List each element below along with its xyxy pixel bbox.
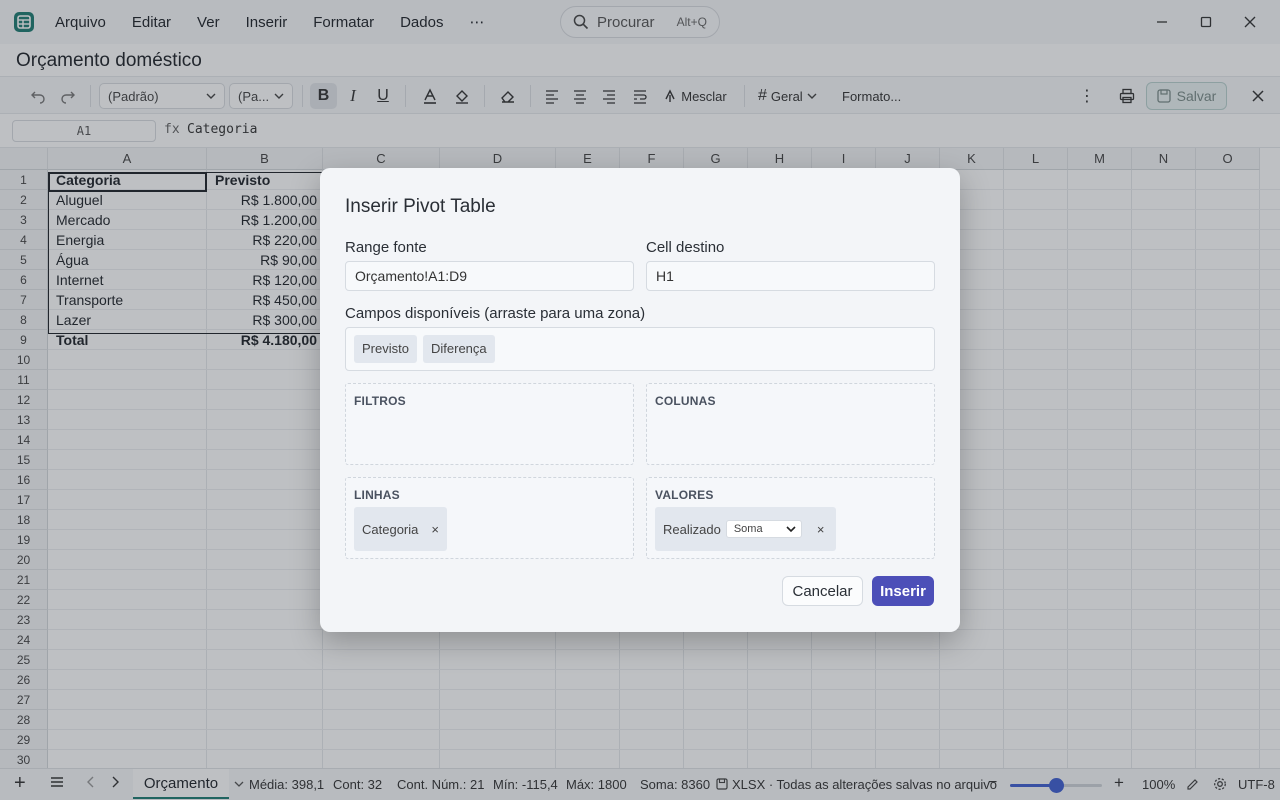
rows-zone[interactable]: LINHAS Categoria × — [345, 477, 634, 559]
available-fields-area: Previsto Diferença — [345, 327, 935, 371]
range-input[interactable]: Orçamento!A1:D9 — [345, 261, 634, 291]
columns-zone-title: COLUNAS — [655, 394, 716, 408]
insert-button[interactable]: Inserir — [872, 576, 934, 606]
columns-zone[interactable]: COLUNAS — [646, 383, 935, 465]
destination-input[interactable]: H1 — [646, 261, 935, 291]
values-field-label: Realizado — [663, 521, 721, 537]
fields-label: Campos disponíveis (arraste para uma zon… — [345, 305, 646, 322]
range-label: Range fonte — [345, 239, 427, 256]
aggregation-select[interactable]: Soma — [725, 520, 802, 538]
chevron-down-icon — [786, 526, 796, 533]
field-chip-previsto[interactable]: Previsto — [354, 335, 417, 363]
values-zone-title: VALORES — [655, 488, 714, 502]
rows-field-chip[interactable]: Categoria × — [354, 507, 447, 551]
pivot-table-dialog: Inserir Pivot Table Range fonte Orçament… — [320, 168, 960, 632]
aggregation-value: Soma — [733, 523, 763, 535]
cancel-button[interactable]: Cancelar — [782, 576, 863, 606]
remove-icon[interactable]: × — [431, 522, 439, 537]
filters-zone[interactable]: FILTROS — [345, 383, 634, 465]
values-field-chip[interactable]: Realizado Soma × — [655, 507, 836, 551]
filters-zone-title: FILTROS — [354, 394, 406, 408]
rows-zone-title: LINHAS — [354, 488, 400, 502]
field-chip-diferenca[interactable]: Diferença — [423, 335, 495, 363]
rows-field-label: Categoria — [362, 521, 419, 537]
dialog-title: Inserir Pivot Table — [345, 196, 496, 217]
destination-label: Cell destino — [646, 239, 725, 256]
values-zone[interactable]: VALORES Realizado Soma × — [646, 477, 935, 559]
remove-icon[interactable]: × — [817, 522, 825, 537]
